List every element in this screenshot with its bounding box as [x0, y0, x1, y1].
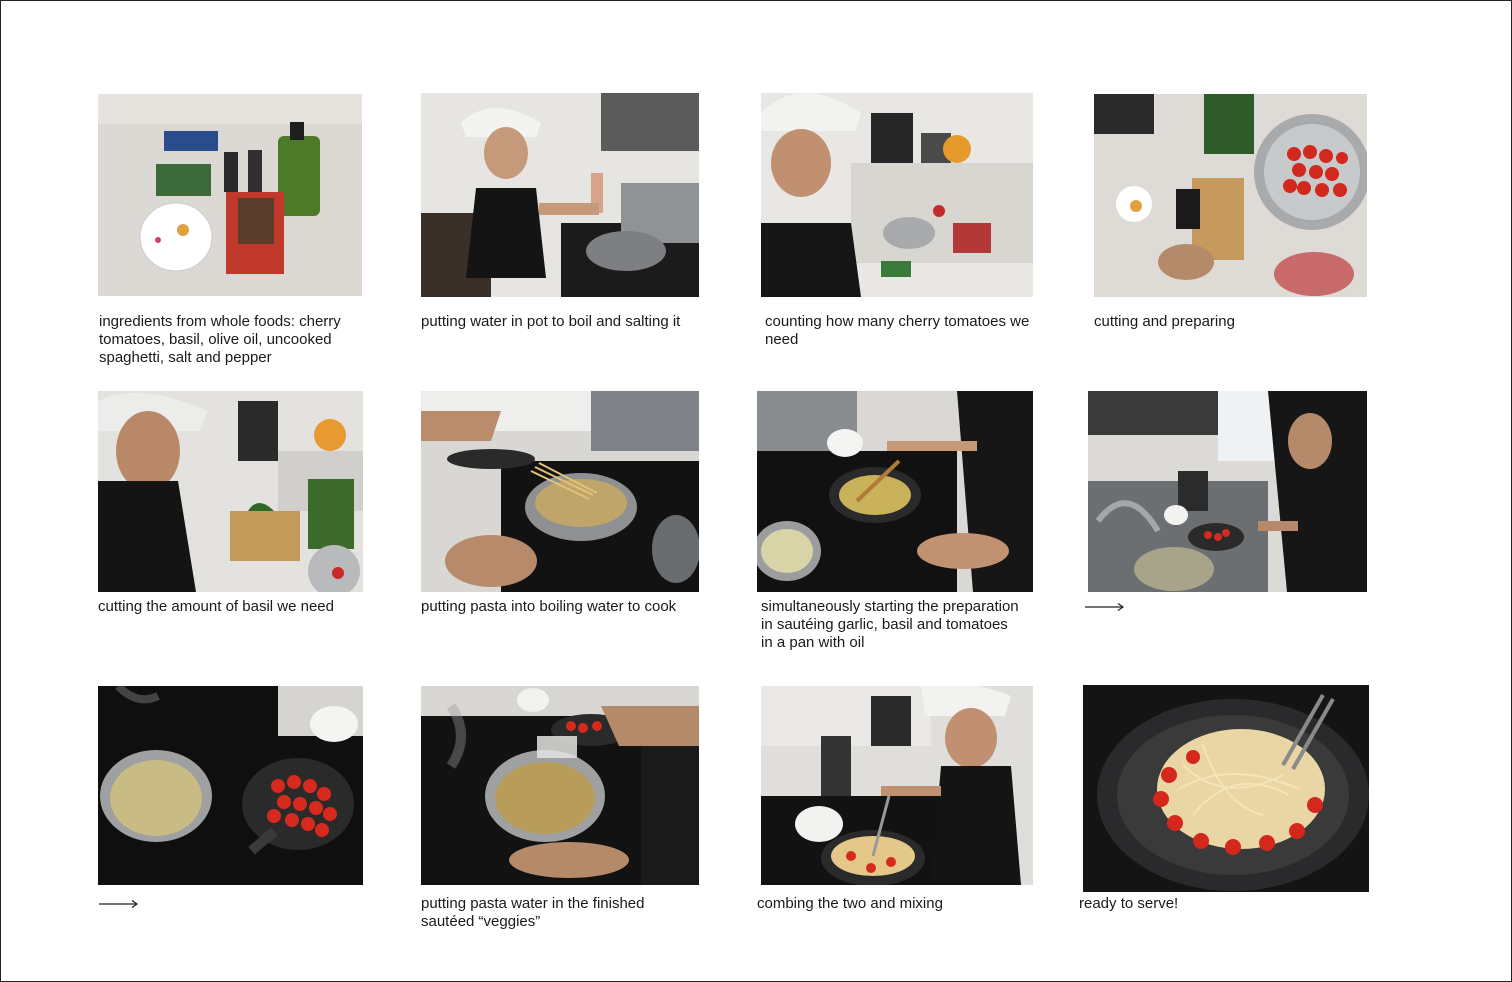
arrow-right-icon — [1085, 602, 1125, 612]
arrow-right-icon — [99, 899, 139, 909]
step-11-caption: combing the two and mixing — [757, 895, 943, 912]
photo-combining — [761, 686, 1033, 885]
photo-kitchen-wide — [1088, 391, 1367, 592]
photo-sauteing — [757, 391, 1033, 592]
photo-pasta-water — [421, 686, 699, 885]
photo-pot-and-pan — [98, 686, 363, 885]
step-7-caption: simultaneously starting the preparation … — [761, 598, 1019, 651]
step-12-caption: ready to serve! — [1079, 895, 1179, 912]
photo-pasta-into-water — [421, 391, 699, 592]
photo-water-pot — [421, 93, 699, 297]
step-10-caption: putting pasta water in the finished saut… — [421, 895, 645, 930]
step-5-caption: cutting the amount of basil we need — [98, 598, 334, 615]
step-3-caption: counting how many cherry tomatoes we nee… — [765, 313, 1030, 348]
photo-ready-to-serve — [1083, 685, 1369, 892]
photo-ingredients — [98, 94, 362, 296]
step-2-caption: putting water in pot to boil and salting… — [421, 313, 681, 330]
page-frame: ingredients from whole foods: cherry tom… — [0, 0, 1512, 982]
step-4-caption: cutting and preparing — [1094, 313, 1235, 330]
photo-cutting-preparing — [1094, 94, 1367, 297]
step-6-caption: putting pasta into boiling water to cook — [421, 598, 677, 615]
photo-counting-tomatoes — [761, 93, 1033, 297]
photo-cutting-basil — [98, 391, 363, 592]
step-1-caption: ingredients from whole foods: cherry tom… — [99, 313, 341, 366]
